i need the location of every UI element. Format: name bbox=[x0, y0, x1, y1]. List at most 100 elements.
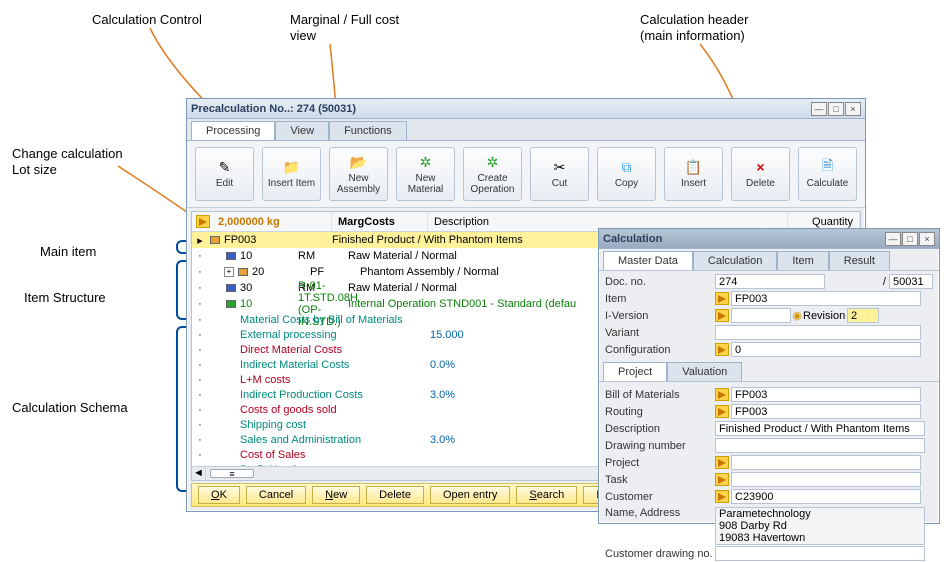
panel-minimize-button[interactable]: — bbox=[885, 232, 901, 246]
expand-icon[interactable]: + bbox=[224, 267, 234, 277]
item-box-icon bbox=[224, 284, 238, 292]
annot-item-structure: Item Structure bbox=[24, 290, 106, 306]
schema-label: Costs of goods sold bbox=[240, 404, 430, 416]
variant-field[interactable] bbox=[715, 325, 921, 340]
delete-button[interactable]: ×Delete bbox=[731, 147, 790, 201]
delete-footer-button[interactable]: Delete bbox=[366, 486, 424, 504]
row-code: 10 bbox=[238, 298, 298, 310]
iversion-field[interactable] bbox=[731, 308, 791, 323]
schema-marker-icon: · bbox=[193, 419, 207, 431]
item-box-icon bbox=[224, 252, 238, 260]
customer-link-icon[interactable] bbox=[715, 490, 729, 503]
doc-suffix-field[interactable] bbox=[889, 274, 933, 289]
config-label: Configuration bbox=[605, 344, 715, 356]
row-marker-icon: · bbox=[193, 266, 207, 278]
copy-button[interactable]: ⧉Copy bbox=[597, 147, 656, 201]
project-field[interactable] bbox=[731, 455, 921, 470]
edit-button[interactable]: ✎Edit bbox=[195, 147, 254, 201]
routing-field[interactable] bbox=[731, 404, 921, 419]
iversion-link-icon[interactable] bbox=[715, 309, 729, 322]
bom-link-icon[interactable] bbox=[715, 388, 729, 401]
routing-label: Routing bbox=[605, 406, 715, 418]
delete-x-icon: × bbox=[752, 158, 770, 176]
cancel-button[interactable]: Cancel bbox=[246, 486, 306, 504]
schema-marker-icon: · bbox=[193, 434, 207, 446]
schema-marker-icon: · bbox=[193, 359, 207, 371]
brace-main-item bbox=[176, 240, 186, 254]
project-label: Project bbox=[605, 457, 715, 469]
tab-view[interactable]: View bbox=[275, 121, 329, 140]
tab-result[interactable]: Result bbox=[829, 251, 890, 270]
new-material-button[interactable]: ✲New Material bbox=[396, 147, 455, 201]
variant-label: Variant bbox=[605, 327, 715, 339]
item-field[interactable] bbox=[731, 291, 921, 306]
warning-icon: ◉ bbox=[791, 309, 803, 322]
folder-icon: 📂 bbox=[350, 153, 368, 171]
annot-marg-view: Marginal / Full cost view bbox=[290, 12, 399, 43]
open-entry-button[interactable]: Open entry bbox=[430, 486, 510, 504]
task-field[interactable] bbox=[731, 472, 921, 487]
new-assembly-button[interactable]: 📂New Assembly bbox=[329, 147, 388, 201]
annot-calc-control: Calculation Control bbox=[92, 12, 202, 28]
maximize-button[interactable]: □ bbox=[828, 102, 844, 116]
insert-item-button[interactable]: 📁Insert Item bbox=[262, 147, 321, 201]
titlebar: Precalculation No..: 274 (50031) — □ × bbox=[187, 99, 865, 119]
copy-icon: ⧉ bbox=[618, 158, 636, 176]
row-code: 20 bbox=[250, 266, 310, 278]
config-field[interactable] bbox=[731, 342, 921, 357]
calculator-icon: 🗎 bbox=[819, 158, 837, 176]
panel-maximize-button[interactable]: □ bbox=[902, 232, 918, 246]
bom-label: Bill of Materials bbox=[605, 389, 715, 401]
row-code: 30 bbox=[238, 282, 298, 294]
annot-change-lot: Change calculation Lot size bbox=[12, 146, 123, 177]
tab-functions[interactable]: Functions bbox=[329, 121, 407, 140]
subtab-project[interactable]: Project bbox=[603, 362, 667, 381]
schema-marker-icon: · bbox=[193, 344, 207, 356]
item-box-icon bbox=[224, 300, 238, 308]
drawing-field[interactable] bbox=[715, 438, 925, 453]
row-type: RM bbox=[298, 250, 348, 262]
marg-costs-header[interactable]: MargCosts bbox=[332, 212, 428, 231]
task-link-icon[interactable] bbox=[715, 473, 729, 486]
create-operation-button[interactable]: ✲Create Operation bbox=[463, 147, 522, 201]
gear-green-icon: ✲ bbox=[417, 153, 435, 171]
lot-size-field[interactable]: 2,000000 kg bbox=[212, 212, 332, 231]
search-button[interactable]: Search bbox=[516, 486, 577, 504]
schema-label: Direct Material Costs bbox=[240, 344, 430, 356]
desc-field[interactable] bbox=[715, 421, 925, 436]
doc-no-field[interactable] bbox=[715, 274, 825, 289]
insert-button[interactable]: 📋Insert bbox=[664, 147, 723, 201]
config-link-icon[interactable] bbox=[715, 343, 729, 356]
tab-item[interactable]: Item bbox=[777, 251, 828, 270]
row-code: 10 bbox=[238, 250, 298, 262]
item-link-icon[interactable] bbox=[715, 292, 729, 305]
desc-label: Description bbox=[605, 423, 715, 435]
schema-value: 15.000 bbox=[430, 329, 464, 341]
cust-drawing-field[interactable] bbox=[715, 546, 925, 561]
routing-link-icon[interactable] bbox=[715, 405, 729, 418]
customer-field[interactable] bbox=[731, 489, 921, 504]
revision-field[interactable] bbox=[847, 308, 879, 323]
project-link-icon[interactable] bbox=[715, 456, 729, 469]
schema-label: Shipping cost bbox=[240, 419, 430, 431]
folder-icon: 📁 bbox=[283, 158, 301, 176]
tab-calculation[interactable]: Calculation bbox=[693, 251, 777, 270]
new-button[interactable]: New bbox=[312, 486, 360, 504]
doc-no-label: Doc. no. bbox=[605, 276, 715, 288]
tab-processing[interactable]: Processing bbox=[191, 121, 275, 140]
cut-button[interactable]: ✂Cut bbox=[530, 147, 589, 201]
close-button[interactable]: × bbox=[845, 102, 861, 116]
minimize-button[interactable]: — bbox=[811, 102, 827, 116]
bom-field[interactable] bbox=[731, 387, 921, 402]
annot-calc-header: Calculation header (main information) bbox=[640, 12, 748, 43]
calculate-button[interactable]: 🗎Calculate bbox=[798, 147, 857, 201]
panel-close-button[interactable]: × bbox=[919, 232, 935, 246]
task-label: Task bbox=[605, 474, 715, 486]
row-marker-icon: · bbox=[193, 250, 207, 262]
lot-arrow-icon[interactable] bbox=[196, 215, 210, 228]
subtab-valuation[interactable]: Valuation bbox=[667, 362, 742, 381]
schema-marker-icon: · bbox=[193, 329, 207, 341]
ok-button[interactable]: OK bbox=[198, 486, 240, 504]
tab-master-data[interactable]: Master Data bbox=[603, 251, 693, 270]
brace-item-structure bbox=[176, 260, 186, 320]
